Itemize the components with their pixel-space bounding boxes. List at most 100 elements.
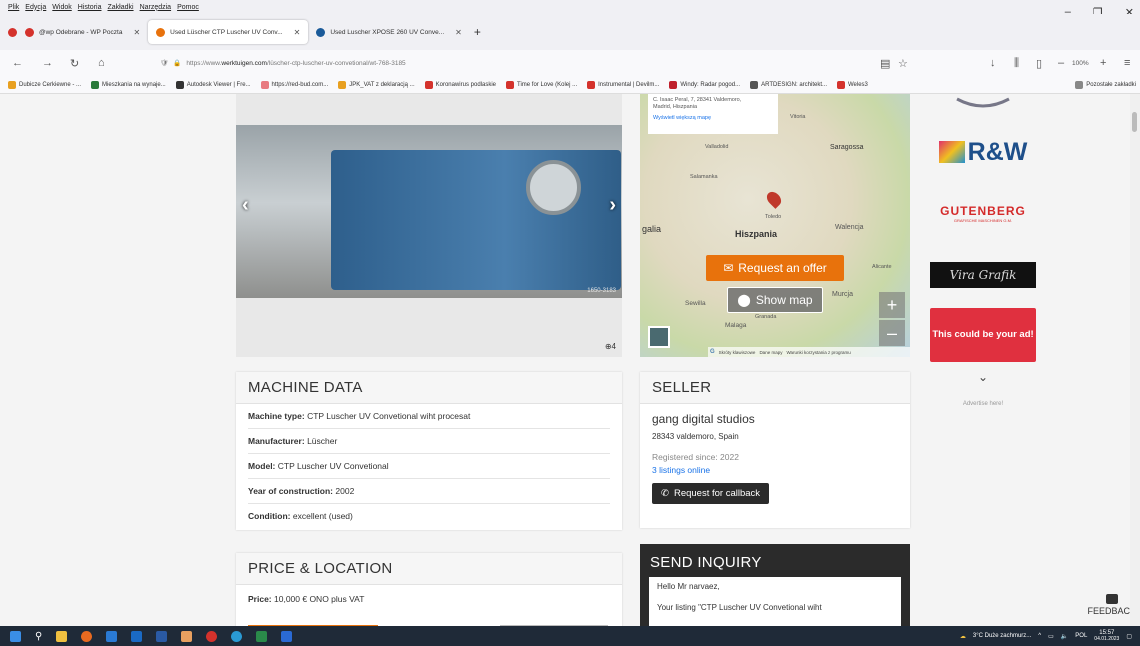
close-tab-icon[interactable]: ✕ [133,28,140,37]
bookmark-item[interactable]: JPK_VAT z deklaracją ... [338,80,415,89]
tray-chevron-icon[interactable]: ^ [1038,633,1041,639]
section-title: PRICE & LOCATION [236,553,622,585]
url-path: /lüscher-ctp-luscher-uv-convetional/wt-7… [266,59,406,67]
larger-map-link[interactable]: Wyświetl większą mapę [653,115,773,122]
zoom-in-icon[interactable]: + [1100,57,1106,69]
new-tab-icon[interactable]: + [474,25,481,39]
inquiry-message-textarea[interactable]: Hello Mr narvaez, Your listing "CTP Lusc… [649,577,901,626]
bookmark-star-icon[interactable]: ☆ [898,57,908,70]
machine-data-card: MACHINE DATA Machine type: CTP Luscher U… [236,372,622,530]
shield-icon[interactable]: 🛡 [160,59,168,67]
tab-luscher-active[interactable]: Used Lüscher CTP Luscher UV Conv... ✕ [148,20,309,44]
bookmark-item[interactable]: Instrumental | Devilm... [587,80,659,89]
bookmark-item[interactable]: Weles3 [837,80,868,89]
machine-photo[interactable]: 1650-3183 [236,125,622,298]
bookmark-item[interactable]: Time for Love (Kolej ... [506,80,577,89]
tab-bar: @wp Odebrane - WP Poczta ✕ Used Lüscher … [0,14,1140,50]
request-offer-button[interactable]: ✉ Request an offer [706,255,844,281]
excel-icon[interactable] [256,630,268,642]
weather-icon: ☁ [959,633,966,640]
ad-gutenberg[interactable]: GUTENBERG GRAFISCHE MASCHINEN G.M. [930,194,1036,232]
menu-history[interactable]: Historia [78,4,102,11]
mail-icon[interactable] [131,630,143,642]
map-zoom-in-icon[interactable]: + [879,292,905,318]
language-indicator[interactable]: POL [1075,633,1087,639]
machine-image [331,150,621,290]
close-tab-icon[interactable]: ✕ [294,28,301,37]
bookmark-item[interactable]: Dubicze Cerkiewne - ... [8,80,81,89]
photo-watermark: 1650-3183 [587,288,616,294]
volume-icon[interactable]: 🔈 [1061,633,1068,640]
reload-icon[interactable]: ↻ [70,57,79,70]
menu-file[interactable]: Plik [8,4,19,11]
firefox-icon[interactable] [81,630,93,642]
close-tab-icon[interactable]: ✕ [455,28,462,37]
reader-view-icon[interactable]: ▤ [880,57,890,70]
address-bar[interactable]: 🛡 🔒 https://www.werktuigen.com/lüscher-c… [160,53,910,73]
notification-icon[interactable]: ▢ [1126,633,1132,640]
year-row: Year of construction: 2002 [248,479,610,504]
calendar-icon[interactable] [106,630,118,642]
request-callback-button[interactable]: ✆ Request for callback [652,483,770,504]
menu-bar: Plik Edycja Widok Historia Zakładki Narz… [0,0,1140,14]
opera-icon[interactable] [206,630,218,642]
photo-gallery: 1650-3183 ‹ › ⊕4 [236,94,622,357]
tab-label: Used Luscher XPOSE 260 UV Conve... [330,28,445,36]
sidebar-icon[interactable]: ▯ [1036,57,1042,70]
advertise-here-ad[interactable]: This could be your ad! [930,308,1036,362]
ad-rw[interactable]: R&W [930,132,1036,172]
library-icon[interactable]: ⫼ [1014,57,1019,70]
lock-icon[interactable]: 🔒 [173,59,181,67]
weather-text[interactable]: 3°C Duże zachmurz... [973,633,1031,639]
bookmark-item[interactable]: Autodesk Viewer | Fre... [175,80,251,89]
clock[interactable]: 15:57 04.01.2023 [1094,630,1119,642]
advertise-link[interactable]: Advertise here! [930,401,1036,407]
search-icon[interactable]: ⚲ [35,631,42,642]
bookmark-item[interactable]: ARTDESIGN: architekt... [750,80,827,89]
home-icon[interactable]: ⌂ [98,57,105,69]
hamburger-menu-icon[interactable]: ≡ [1124,57,1130,69]
zoom-out-icon[interactable]: – [1058,57,1064,69]
word-icon[interactable] [156,630,168,642]
bookmark-item[interactable]: Koronawirus podlaskie [424,80,496,89]
firefox-view-icon[interactable] [8,27,17,37]
prev-arrow-icon[interactable]: ‹ [242,194,249,217]
network-icon[interactable]: ▭ [1048,633,1054,640]
next-arrow-icon[interactable]: › [609,194,616,217]
map-zoom-out-icon[interactable]: – [879,320,905,346]
ad-logo-top[interactable] [930,94,1036,114]
start-icon[interactable] [10,630,21,642]
zoom-level[interactable]: 100% [1072,60,1089,67]
photos-icon[interactable] [281,630,293,642]
photo-zoom-count[interactable]: ⊕4 [605,342,616,351]
tab-wp-poczta[interactable]: @wp Odebrane - WP Poczta ✕ [17,20,148,44]
show-map-button[interactable]: ⬤ Show map [727,287,823,313]
location-map[interactable]: C. Isaac Peral, 7, 28341 Valdemoro, Madr… [640,94,910,357]
satellite-toggle[interactable] [648,326,670,348]
bookmark-item[interactable]: Windy: Radar pogod... [669,80,740,89]
seller-registered: Registered since: 2022 [652,452,739,462]
bookmark-item[interactable]: Mieszkania na wynaje... [91,80,166,89]
menu-view[interactable]: Widok [52,4,71,11]
menu-edit[interactable]: Edycja [25,4,46,11]
other-bookmarks[interactable]: Pozostałe zakładki [1075,80,1136,89]
bookmark-item[interactable]: https://red-bud.com... [260,80,328,89]
menu-help[interactable]: Pomoc [177,4,199,11]
menu-tools[interactable]: Narzędzia [140,4,172,11]
edge-icon[interactable] [231,630,243,642]
map-footer: G Skróty klawiszowe Dane mapy Warunki ko… [708,347,910,357]
page-scrollbar[interactable] [1130,94,1140,626]
back-icon[interactable]: ← [12,57,23,69]
tab-luscher-xpose[interactable]: Used Luscher XPOSE 260 UV Conve... ✕ [308,20,470,44]
ad-vira-grafik[interactable]: Vira Grafik [930,262,1036,288]
system-tray: ☁ 3°C Duże zachmurz... ^ ▭ 🔈 POL 15:57 0… [960,626,1132,646]
app-icon[interactable] [181,630,193,642]
menu-bookmarks[interactable]: Zakładki [107,4,133,11]
feedback-button[interactable]: FEEDBACK [1087,594,1136,616]
chevron-down-icon[interactable]: ⌄ [978,370,988,384]
file-explorer-icon[interactable] [56,630,68,642]
forward-icon[interactable]: → [42,57,53,69]
seller-listings-link[interactable]: 3 listings online [652,465,898,475]
download-icon[interactable]: ↓ [990,57,996,69]
rw-logo-icon [938,141,965,163]
